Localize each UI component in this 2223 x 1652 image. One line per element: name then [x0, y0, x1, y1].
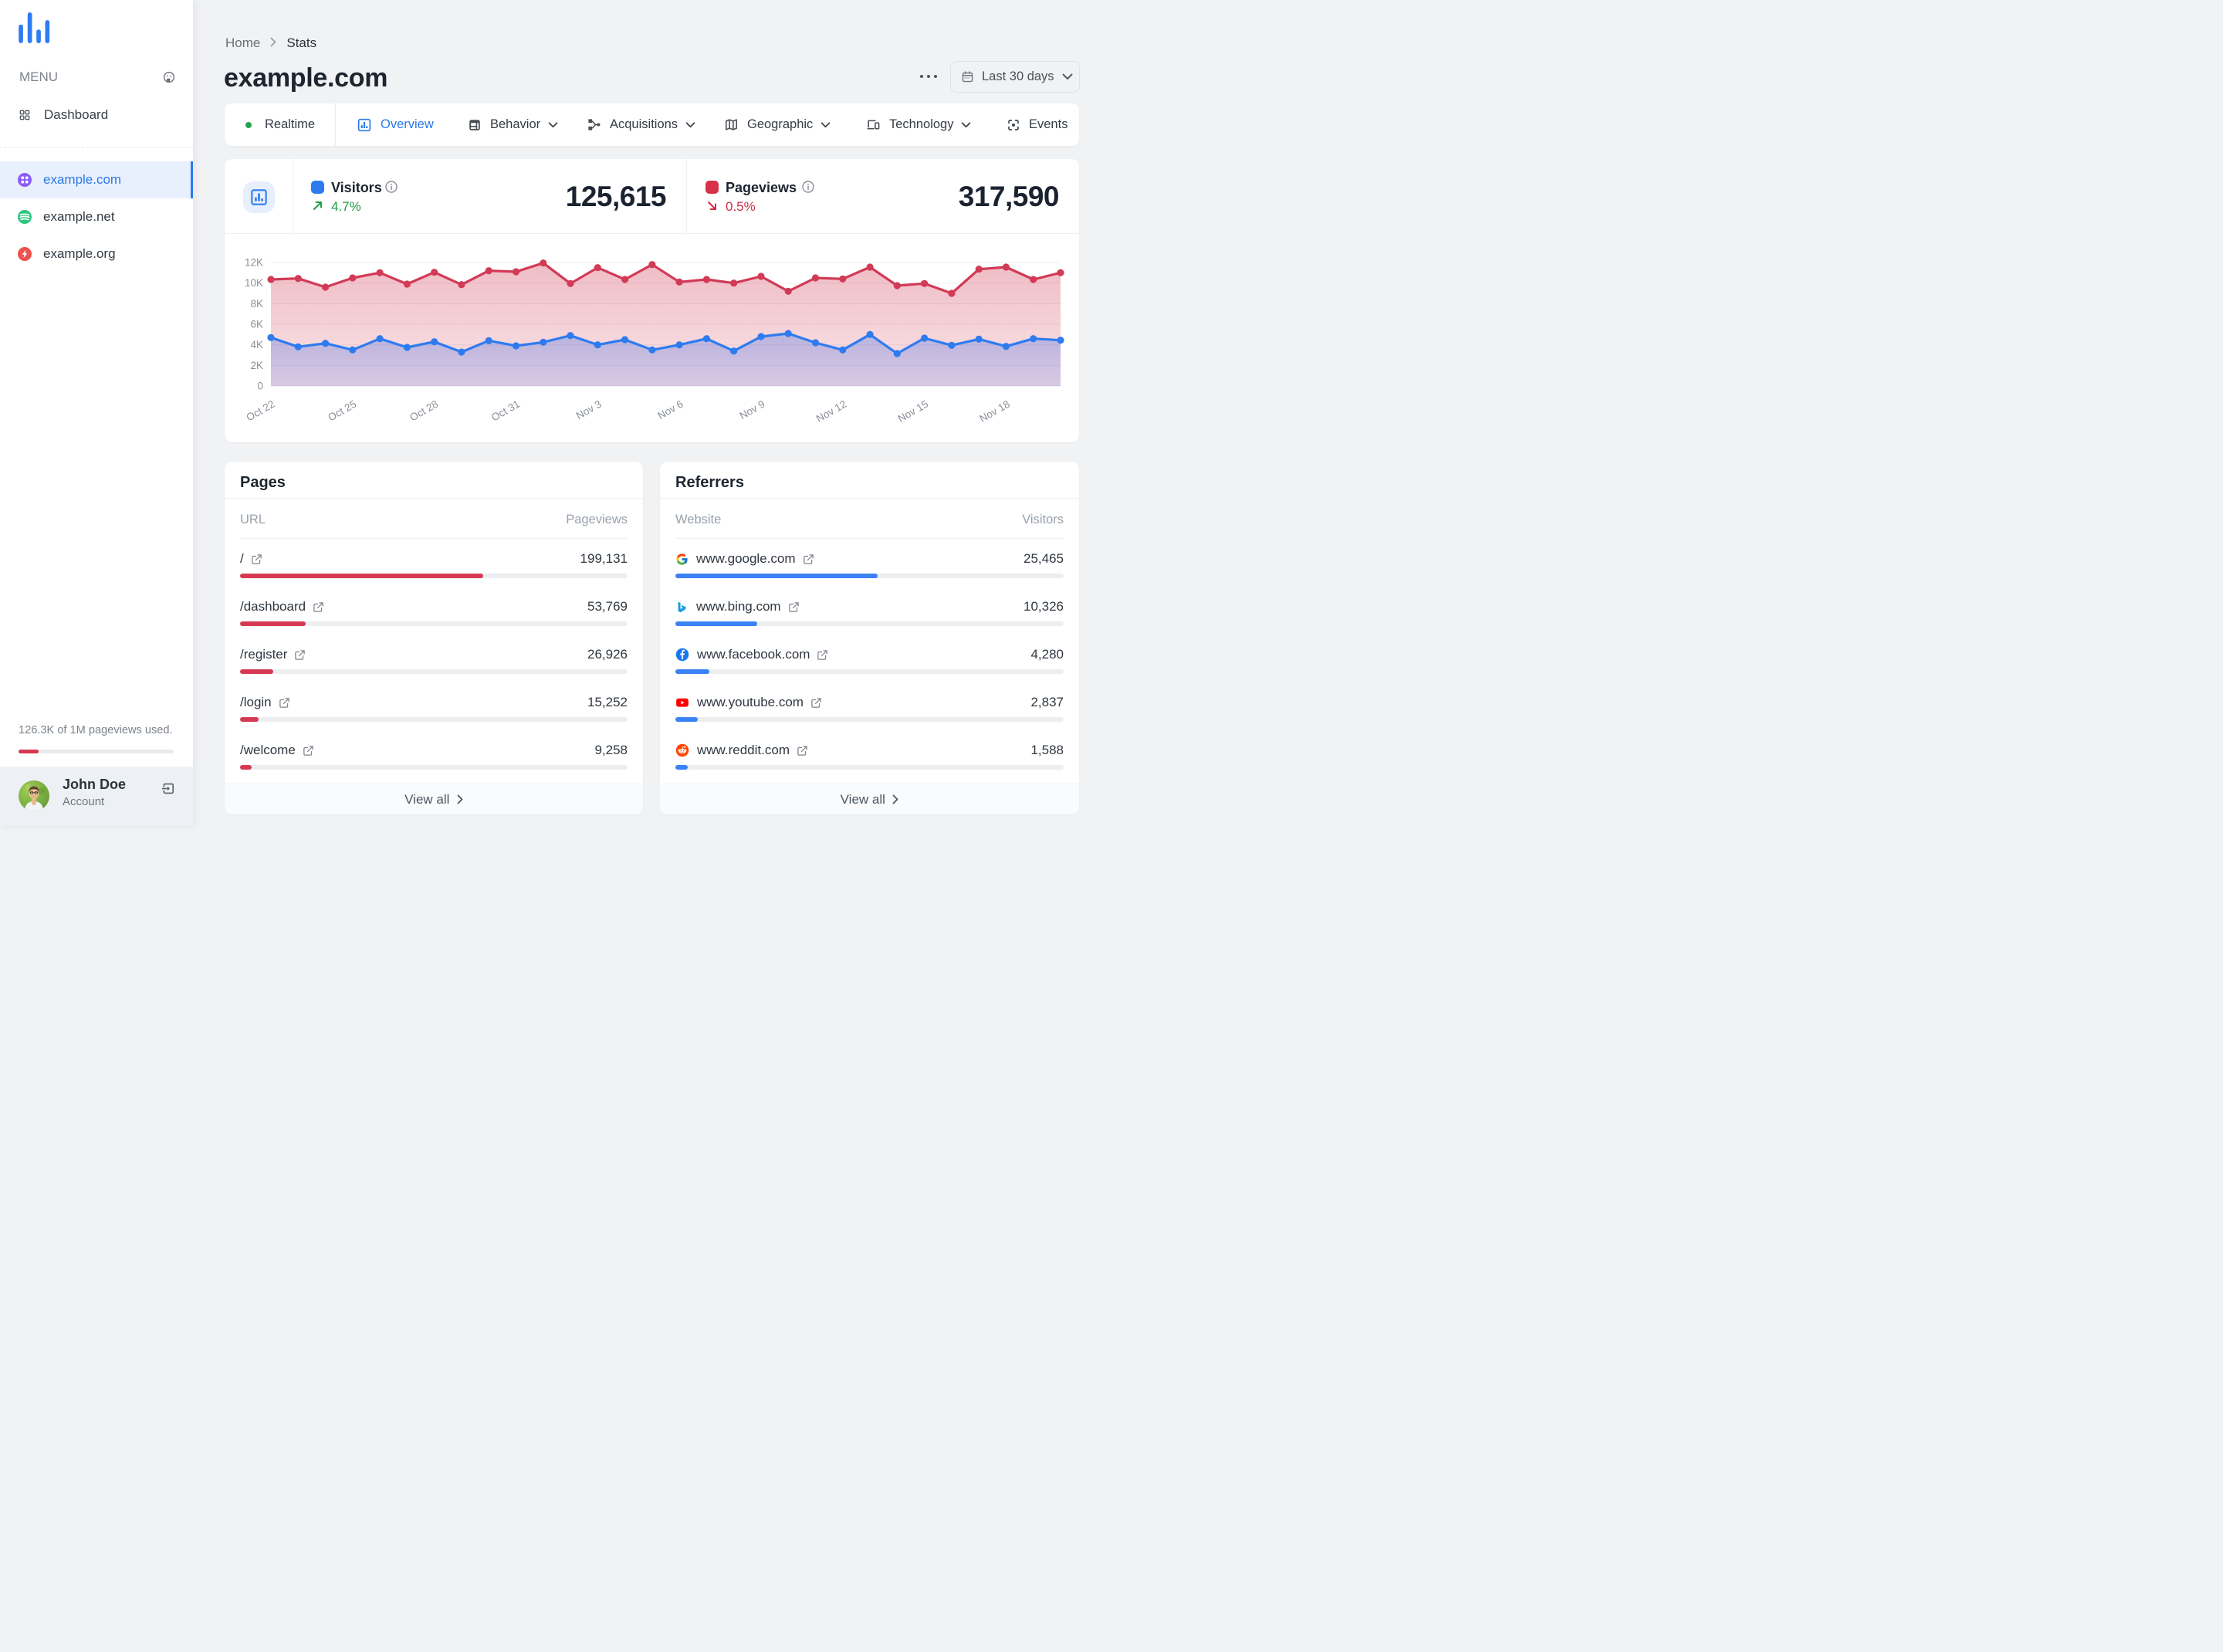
- svg-text:12K: 12K: [245, 257, 263, 269]
- svg-text:0: 0: [257, 381, 263, 392]
- svg-text:Nov 9: Nov 9: [737, 398, 766, 422]
- svg-text:Oct 28: Oct 28: [408, 398, 440, 424]
- svg-text:Nov 15: Nov 15: [896, 398, 931, 425]
- svg-text:Oct 31: Oct 31: [489, 398, 522, 424]
- svg-text:Oct 22: Oct 22: [245, 398, 277, 424]
- svg-text:6K: 6K: [250, 319, 263, 330]
- svg-text:10K: 10K: [245, 277, 263, 289]
- svg-text:4K: 4K: [250, 339, 263, 350]
- svg-text:Nov 12: Nov 12: [814, 398, 849, 425]
- svg-text:Nov 6: Nov 6: [656, 398, 685, 422]
- svg-text:Nov 3: Nov 3: [574, 398, 604, 422]
- svg-text:2K: 2K: [250, 360, 263, 371]
- svg-text:Oct 25: Oct 25: [326, 398, 358, 424]
- svg-text:Nov 18: Nov 18: [977, 398, 1012, 425]
- svg-text:8K: 8K: [250, 298, 263, 310]
